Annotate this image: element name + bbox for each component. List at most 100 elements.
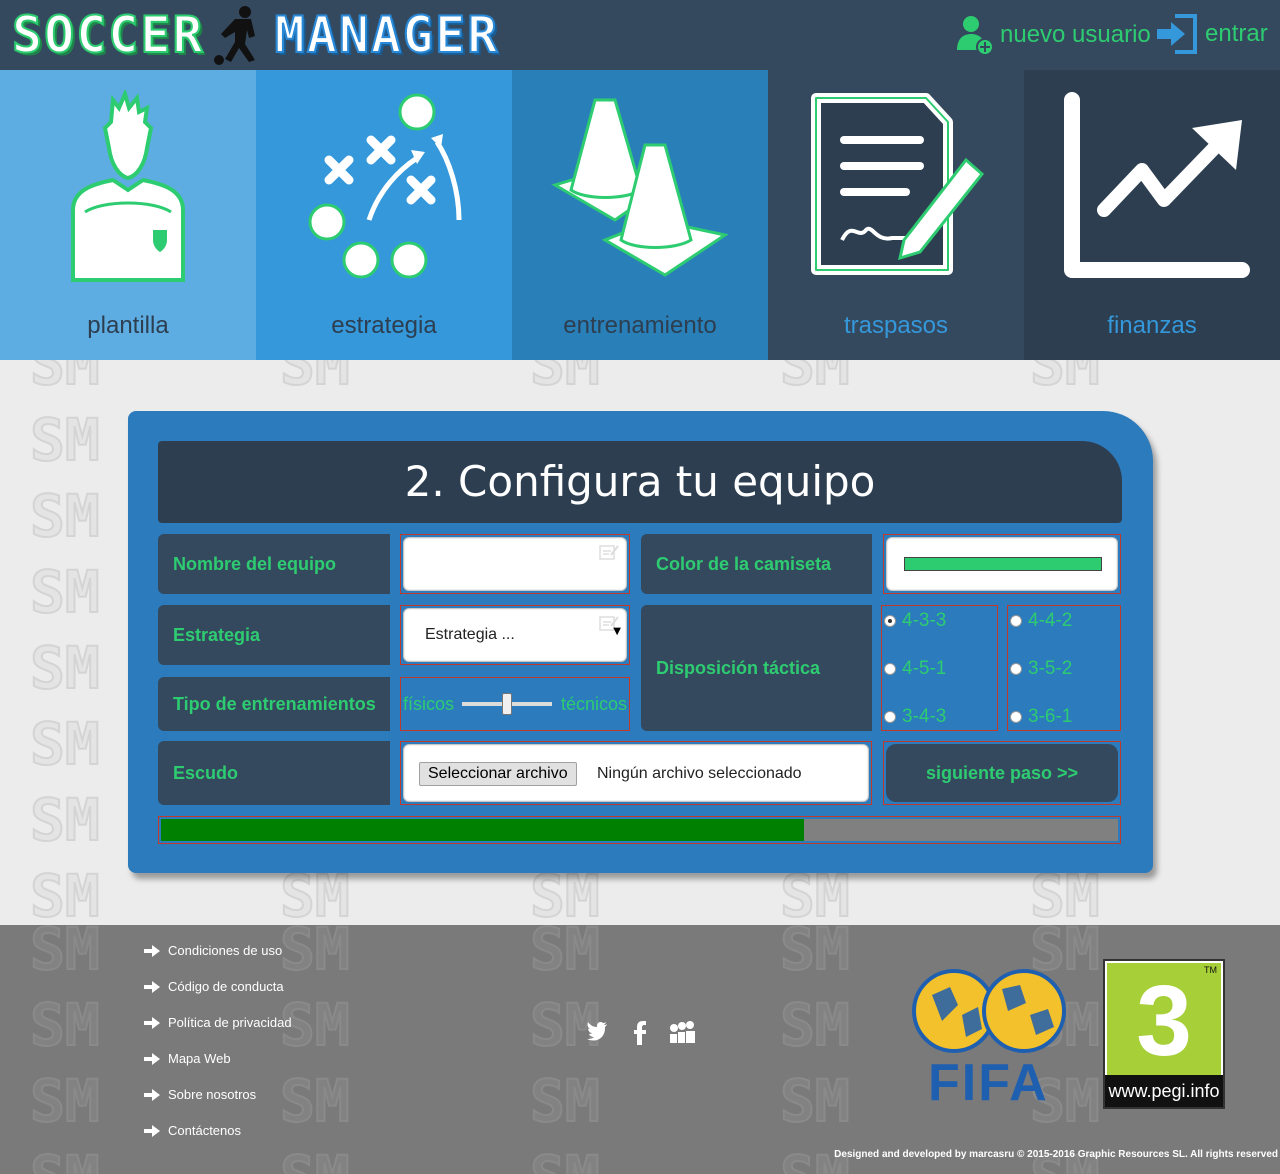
main-nav: plantilla estrategia entrenamiento trasp… <box>0 70 1280 360</box>
login-label: entrar <box>1205 20 1268 47</box>
tactic-option[interactable]: 3-6-1 <box>1010 706 1072 728</box>
pattern-mark: SM <box>29 1142 101 1174</box>
contract-icon <box>811 93 985 275</box>
team-name-input[interactable] <box>411 545 597 583</box>
nav-label: estrategia <box>331 312 437 339</box>
edit-icon <box>599 545 619 560</box>
strategy-select[interactable]: Estrategia ... ▼ <box>403 608 627 662</box>
progress-fill <box>161 819 804 841</box>
tactic-option[interactable]: 4-5-1 <box>884 658 946 680</box>
pegi-trademark: TM <box>1204 965 1217 975</box>
pattern-mark: SM <box>29 861 101 931</box>
footer-link[interactable]: Mapa Web <box>144 1051 231 1066</box>
footer-link[interactable]: Sobre nosotros <box>144 1087 256 1102</box>
pattern-mark: SM <box>529 1142 601 1174</box>
arrow-right-icon <box>144 1052 160 1065</box>
tactic-option-label: 4-5-1 <box>902 658 947 679</box>
radio-button[interactable] <box>884 615 896 627</box>
nav-label: entrenamiento <box>563 312 717 339</box>
pattern-mark: SM <box>279 1066 351 1136</box>
facebook-icon[interactable] <box>633 1021 647 1045</box>
footer-link-label: Contáctenos <box>168 1123 241 1138</box>
color-picker[interactable] <box>886 537 1118 591</box>
nav-tile-plantilla[interactable]: plantilla <box>0 70 256 360</box>
tactic-option[interactable]: 3-4-3 <box>884 706 946 728</box>
new-user-label: nuevo usuario <box>1000 21 1151 48</box>
nav-tile-traspasos[interactable]: traspasos <box>768 70 1024 360</box>
nav-label: finanzas <box>1107 312 1197 339</box>
arrow-right-icon <box>144 1016 160 1029</box>
file-status-text: Ningún archivo seleccionado <box>597 765 802 782</box>
arrow-right-icon <box>144 1124 160 1137</box>
pattern-mark: SM <box>29 785 101 855</box>
radio-button[interactable] <box>884 663 896 675</box>
logo-word-soccer: SOCCER <box>11 5 205 65</box>
footer-link[interactable]: Política de privacidad <box>144 1015 292 1030</box>
pattern-mark: SM <box>29 481 101 551</box>
pattern-mark: SM <box>29 405 101 475</box>
footer-link-label: Política de privacidad <box>168 1015 292 1030</box>
tactic-option-label: 3-6-1 <box>1028 706 1073 727</box>
next-step-button[interactable]: siguiente paso >> <box>886 744 1118 802</box>
strategy-select-value: Estrategia ... <box>425 626 515 643</box>
radio-button[interactable] <box>1010 711 1022 723</box>
tactic-option-label: 3-4-3 <box>902 706 947 727</box>
radio-button[interactable] <box>1010 615 1022 627</box>
training-field: físicos técnicos <box>400 677 630 731</box>
tactic-column-2: 4-4-2 3-5-2 3-6-1 <box>1007 605 1121 731</box>
tactic-option[interactable]: 4-4-2 <box>1010 610 1072 632</box>
slider-thumb[interactable] <box>502 693 513 715</box>
progress-remaining <box>804 819 1118 841</box>
pegi-number: 3 <box>1136 965 1192 1077</box>
player-icon <box>71 90 185 282</box>
nav-tile-estrategia[interactable]: estrategia <box>256 70 512 360</box>
training-right-label: técnicos <box>560 693 627 714</box>
team-name-field <box>400 534 630 594</box>
tactic-option-label: 4-3-3 <box>902 610 947 631</box>
shirt-color-field <box>883 534 1121 594</box>
myspace-icon[interactable] <box>669 1021 695 1045</box>
new-user-link[interactable]: nuevo usuario <box>956 14 1151 56</box>
nav-tile-finanzas[interactable]: finanzas <box>1024 70 1280 360</box>
fifa-logo-text: FIFA <box>928 1054 1049 1112</box>
team-name-label: Nombre del equipo <box>158 534 390 594</box>
login-link[interactable]: entrar <box>1157 14 1268 54</box>
login-icon <box>1157 14 1197 54</box>
footer-link[interactable]: Contáctenos <box>144 1123 241 1138</box>
pattern-mark: SM <box>29 1066 101 1136</box>
pattern-mark: SM <box>29 557 101 627</box>
shirt-color-label: Color de la camiseta <box>641 534 872 594</box>
footer-link[interactable]: Condiciones de uso <box>144 943 282 958</box>
tactic-option[interactable]: 4-3-3 <box>884 610 946 632</box>
tactic-option-label: 3-5-2 <box>1028 658 1073 679</box>
radio-button[interactable] <box>1010 663 1022 675</box>
nav-label: plantilla <box>87 312 169 339</box>
twitter-icon[interactable] <box>586 1021 608 1041</box>
pattern-mark: SM <box>29 633 101 703</box>
arrow-right-icon <box>144 944 160 957</box>
nav-tile-entrenamiento[interactable]: entrenamiento <box>512 70 768 360</box>
pattern-mark: SM <box>29 709 101 779</box>
training-slider[interactable] <box>462 693 553 715</box>
player-silhouette-icon <box>213 6 255 65</box>
copyright-text: Designed and developed by marcasru © 201… <box>834 1149 1278 1160</box>
soccer-manager-logo[interactable]: SOCCER MANAGER <box>11 4 499 66</box>
tactic-option[interactable]: 3-5-2 <box>1010 658 1072 680</box>
footer-link-label: Mapa Web <box>168 1051 231 1066</box>
pattern-mark: SM <box>779 925 851 984</box>
pegi-url: www.pegi.info <box>1105 1075 1223 1107</box>
fifa-globe-icon <box>912 969 1066 1053</box>
pattern-mark: SM <box>29 990 101 1060</box>
pattern-mark: SM <box>29 360 101 399</box>
tactic-label: Disposición táctica <box>641 605 872 731</box>
radio-button[interactable] <box>884 711 896 723</box>
footer-link[interactable]: Código de conducta <box>144 979 284 994</box>
pattern-mark: SM <box>529 1066 601 1136</box>
pattern-mark: SM <box>1029 360 1101 399</box>
select-file-button[interactable]: Seleccionar archivo <box>419 762 577 786</box>
arrow-right-icon <box>144 1088 160 1101</box>
progress-bar <box>158 816 1121 844</box>
top-header: SOCCER MANAGER nuevo usuario entrar <box>0 0 1280 70</box>
pattern-mark: SM <box>279 925 351 984</box>
pattern-mark: SM <box>779 1066 851 1136</box>
